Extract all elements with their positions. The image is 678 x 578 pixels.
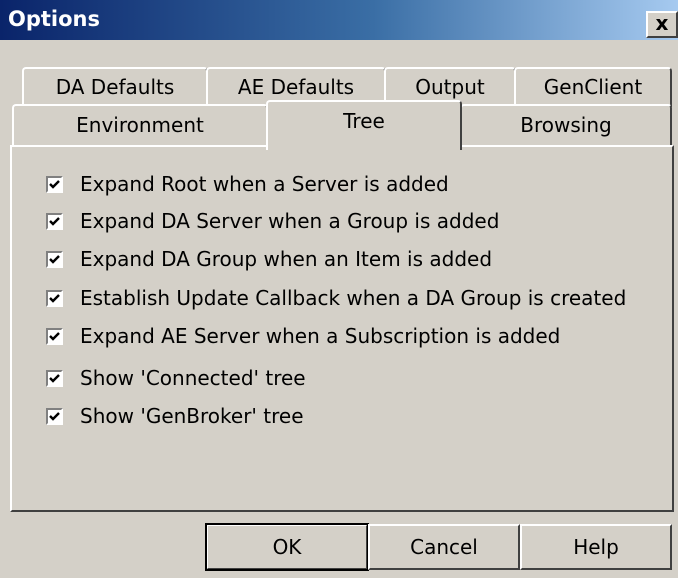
window-title: Options xyxy=(8,7,100,31)
tab-label: GenClient xyxy=(543,75,643,99)
option-expand-root[interactable]: Expand Root when a Server is added xyxy=(46,170,449,198)
check-icon xyxy=(49,373,60,383)
option-label: Show 'Connected' tree xyxy=(80,366,306,390)
option-show-connected-tree[interactable]: Show 'Connected' tree xyxy=(46,364,306,392)
check-icon xyxy=(49,293,60,303)
option-expand-ae-server[interactable]: Expand AE Server when a Subscription is … xyxy=(46,322,560,350)
option-label: Expand Root when a Server is added xyxy=(80,172,449,196)
close-button[interactable]: x xyxy=(646,11,678,38)
checkbox[interactable] xyxy=(46,327,63,345)
checkbox[interactable] xyxy=(46,250,63,268)
tab-label: Tree xyxy=(343,109,385,133)
checkbox[interactable] xyxy=(46,369,63,387)
check-icon xyxy=(49,331,60,341)
cancel-button[interactable]: Cancel xyxy=(368,524,520,570)
close-icon: x xyxy=(655,11,669,35)
checkbox[interactable] xyxy=(46,175,63,193)
option-label: Expand AE Server when a Subscription is … xyxy=(80,324,561,348)
option-label: Show 'GenBroker' tree xyxy=(80,404,304,428)
tab-label: Output xyxy=(415,75,485,99)
title-bar: Options x xyxy=(0,0,678,40)
checkbox[interactable] xyxy=(46,407,63,425)
option-establish-update-callback[interactable]: Establish Update Callback when a DA Grou… xyxy=(46,284,626,312)
help-button[interactable]: Help xyxy=(520,524,672,570)
tab-label: DA Defaults xyxy=(55,75,175,99)
option-label: Establish Update Callback when a DA Grou… xyxy=(80,286,627,310)
tab-label: AE Defaults xyxy=(237,75,355,99)
option-label: Expand DA Group when an Item is added xyxy=(80,247,493,271)
check-icon xyxy=(49,254,60,264)
tab-label: Browsing xyxy=(520,113,612,137)
tab-browsing[interactable]: Browsing xyxy=(460,104,672,146)
option-expand-da-server[interactable]: Expand DA Server when a Group is added xyxy=(46,207,499,235)
tab-environment[interactable]: Environment xyxy=(12,104,268,146)
tab-da-defaults[interactable]: DA Defaults xyxy=(22,67,208,107)
tab-label: Environment xyxy=(76,113,204,137)
checkbox[interactable] xyxy=(46,212,63,230)
check-icon xyxy=(49,179,60,189)
checkbox[interactable] xyxy=(46,289,63,307)
ok-button[interactable]: OK xyxy=(205,523,369,571)
check-icon xyxy=(49,216,60,226)
option-show-genbroker-tree[interactable]: Show 'GenBroker' tree xyxy=(46,402,304,430)
option-expand-da-group[interactable]: Expand DA Group when an Item is added xyxy=(46,245,492,273)
tab-genclient[interactable]: GenClient xyxy=(514,67,672,107)
option-label: Expand DA Server when a Group is added xyxy=(80,209,500,233)
tab-tree[interactable]: Tree xyxy=(266,100,462,150)
check-icon xyxy=(49,411,60,421)
